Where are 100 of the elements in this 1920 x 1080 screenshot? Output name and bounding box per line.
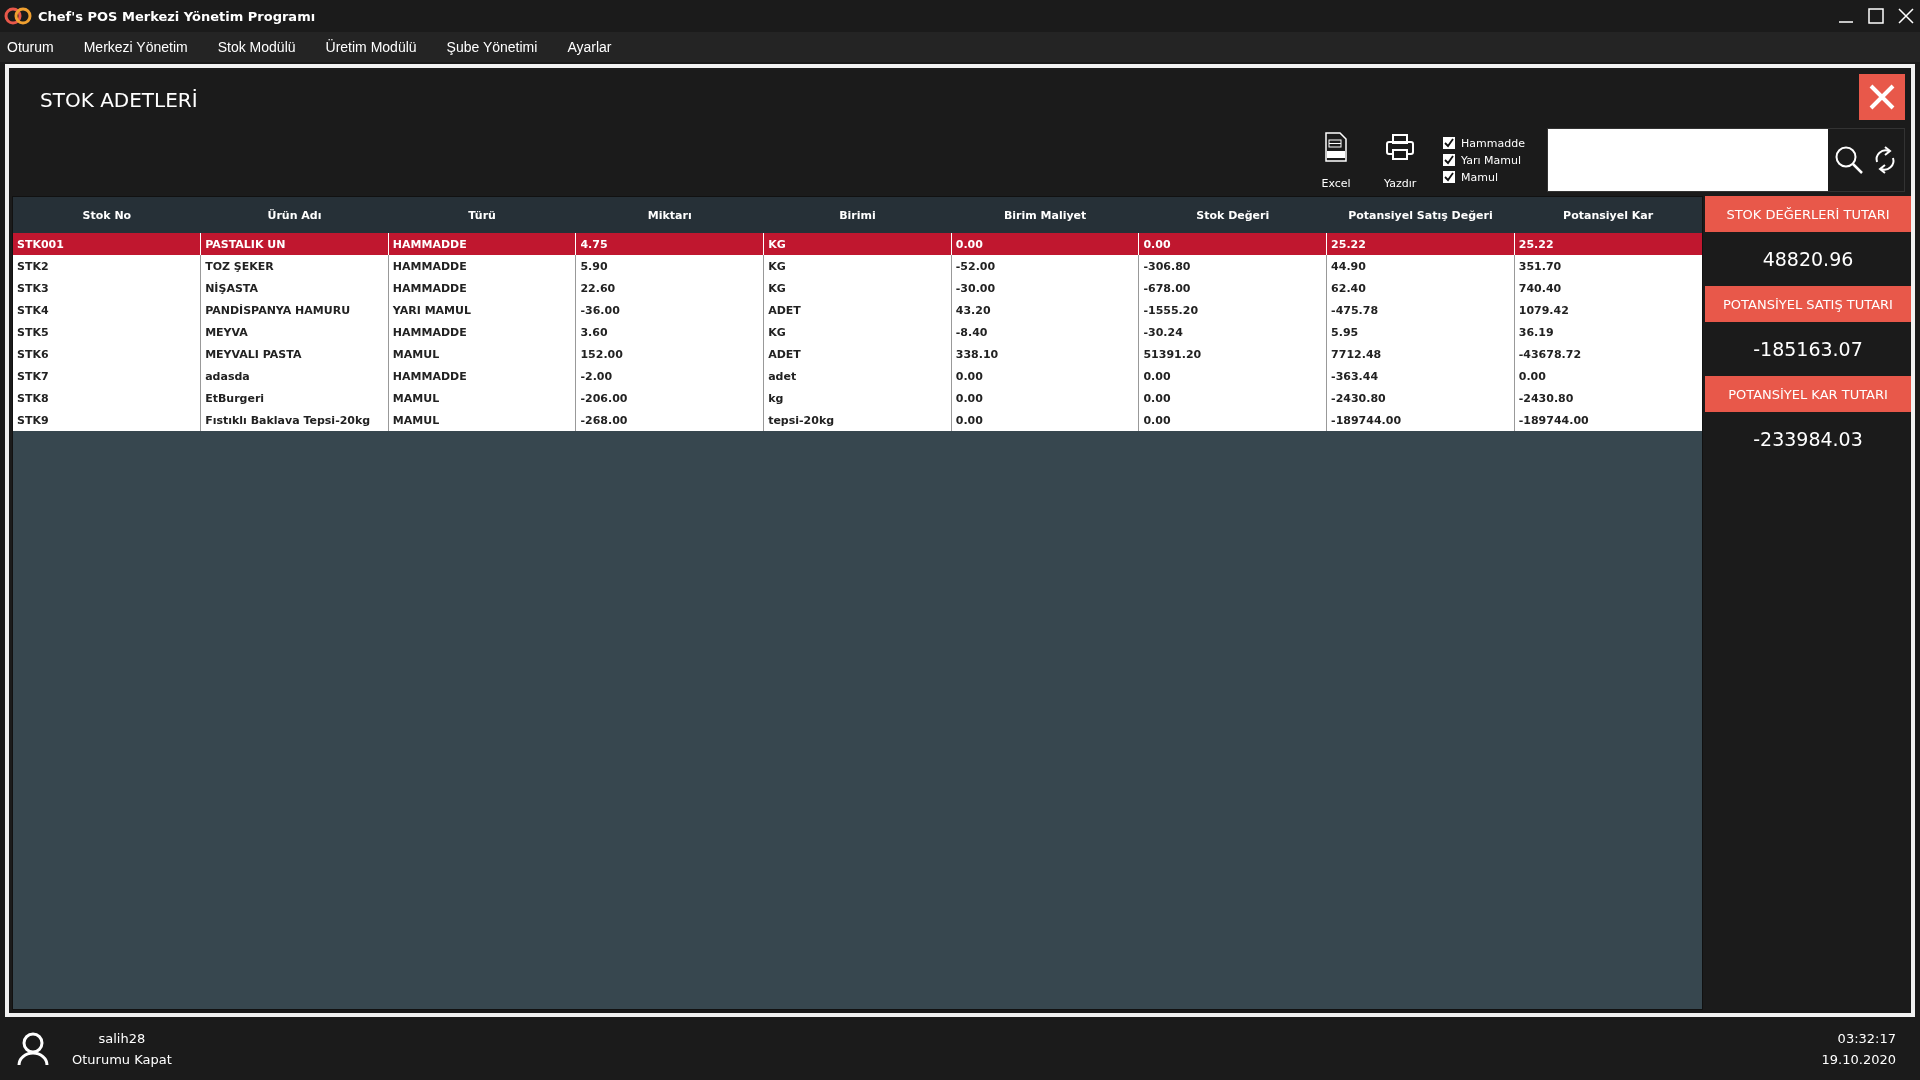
column-header[interactable]: Potansiyel Satış Değeri [1326, 197, 1515, 233]
table-cell: 0.00 [951, 409, 1139, 431]
table-cell: 0.00 [1514, 365, 1702, 387]
total-value: -233984.03 [1752, 427, 1864, 452]
table-cell: STK5 [13, 321, 201, 343]
table-cell: adasda [200, 365, 389, 387]
table-cell: HAMMADDE [388, 233, 576, 255]
table-cell: 0.00 [1138, 233, 1327, 255]
table-cell: adet [763, 365, 952, 387]
table-cell: 5.95 [1326, 321, 1515, 343]
table-cell: PANDİSPANYA HAMURU [200, 299, 389, 321]
spreadsheet-file-icon [1324, 132, 1349, 162]
table-cell: -189744.00 [1326, 409, 1515, 431]
table-cell: MEYVA [200, 321, 389, 343]
table-cell: -8.40 [951, 321, 1139, 343]
column-header[interactable]: Miktarı [575, 197, 764, 233]
table-cell: -2.00 [575, 365, 764, 387]
table-cell: -306.80 [1138, 255, 1327, 277]
menu-item[interactable]: Stok Modülü [217, 39, 296, 55]
menu-item[interactable]: Merkezi Yönetim [83, 39, 188, 55]
table-cell: Fıstıklı Baklava Tepsi-20kg [200, 409, 389, 431]
user-icon [16, 1030, 50, 1067]
total-label: STOK DEĞERLERİ TUTARI [1705, 196, 1911, 232]
excel-button[interactable]: Excel [1305, 128, 1368, 192]
app-logo-icon [4, 6, 32, 26]
logout-button[interactable]: Oturumu Kapat [72, 1051, 172, 1067]
window-title: Chef's POS Merkezi Yönetim Programı [38, 8, 317, 24]
table-cell: STK9 [13, 409, 201, 431]
table-cell: -43678.72 [1514, 343, 1702, 365]
table-cell: 1079.42 [1514, 299, 1702, 321]
total-label: POTANSİYEL KAR TUTARI [1705, 376, 1911, 412]
table-cell: STK6 [13, 343, 201, 365]
table-cell: ADET [763, 343, 952, 365]
table-cell: 338.10 [951, 343, 1139, 365]
table-cell: 7712.48 [1326, 343, 1515, 365]
table-cell: PASTALIK UN [200, 233, 389, 255]
total-label: POTANSİYEL SATIŞ TUTARI [1705, 286, 1911, 322]
menu-item[interactable]: Şube Yönetimi [446, 39, 538, 55]
table-cell: 0.00 [1138, 409, 1327, 431]
table-cell: 43.20 [951, 299, 1139, 321]
table-cell: -268.00 [575, 409, 764, 431]
table-cell: HAMMADDE [388, 321, 576, 343]
column-header[interactable]: Stok Değeri [1138, 197, 1327, 233]
table-cell: -2430.80 [1514, 387, 1702, 409]
table-cell: -678.00 [1138, 277, 1327, 299]
table-cell: 351.70 [1514, 255, 1702, 277]
table-cell: 22.60 [575, 277, 764, 299]
page-title: STOK ADETLERİ [40, 88, 198, 112]
column-header[interactable]: Stok No [13, 197, 201, 233]
checkmark-icon [1444, 155, 1455, 165]
table-cell: -52.00 [951, 255, 1139, 277]
table-cell: 25.22 [1326, 233, 1515, 255]
column-header[interactable]: Birimi [763, 197, 952, 233]
table-cell: kg [763, 387, 952, 409]
table-cell: -30.00 [951, 277, 1139, 299]
x-icon [1868, 83, 1896, 111]
column-header[interactable]: Türü [388, 197, 576, 233]
menu-item[interactable]: Ayarlar [567, 39, 612, 55]
table-cell: ADET [763, 299, 952, 321]
table-cell: 0.00 [951, 233, 1139, 255]
username: salih28 [98, 1030, 146, 1046]
column-header[interactable]: Ürün Adı [200, 197, 389, 233]
menu-item[interactable]: Oturum [7, 39, 54, 55]
table-cell: 0.00 [951, 365, 1139, 387]
table-cell: STK8 [13, 387, 201, 409]
filter-checkbox[interactable]: Mamul [1443, 170, 1525, 184]
table-cell: MAMUL [388, 409, 576, 431]
column-header[interactable]: Birim Maliyet [951, 197, 1139, 233]
table-cell: 3.60 [575, 321, 764, 343]
table-cell: 51391.20 [1138, 343, 1327, 365]
table-cell: KG [763, 321, 952, 343]
table-cell: 36.19 [1514, 321, 1702, 343]
table-cell: tepsi-20kg [763, 409, 952, 431]
close-icon[interactable] [1898, 8, 1914, 24]
table-cell: MAMUL [388, 343, 576, 365]
table-cell: STK3 [13, 277, 201, 299]
table-cell: 44.90 [1326, 255, 1515, 277]
table-cell: YARI MAMUL [388, 299, 576, 321]
checkmark-icon [1444, 138, 1455, 148]
clock-time: 03:32:17 [1837, 1030, 1896, 1046]
filter-checkbox[interactable]: Yarı Mamul [1443, 153, 1525, 167]
table-cell: -2430.80 [1326, 387, 1515, 409]
filter-checkbox[interactable]: Hammadde [1443, 136, 1525, 150]
table-cell: -36.00 [575, 299, 764, 321]
table-cell: -475.78 [1326, 299, 1515, 321]
menu-item[interactable]: Üretim Modülü [325, 39, 417, 55]
table-cell: STK4 [13, 299, 201, 321]
table-cell: -30.24 [1138, 321, 1327, 343]
table-cell: KG [763, 233, 952, 255]
table-cell: KG [763, 277, 952, 299]
close-button[interactable] [1859, 74, 1905, 120]
total-value: 48820.96 [1761, 247, 1855, 272]
table-cell: MEYVALI PASTA [200, 343, 389, 365]
maximize-icon[interactable] [1868, 8, 1884, 24]
print-button[interactable]: Yazdır [1369, 128, 1432, 192]
table-cell: STK001 [13, 233, 201, 255]
table-cell: NİŞASTA [200, 277, 389, 299]
column-header[interactable]: Potansiyel Kar [1514, 197, 1702, 233]
date-text: 19.10.2020 [1821, 1051, 1896, 1067]
table-cell: 25.22 [1514, 233, 1702, 255]
